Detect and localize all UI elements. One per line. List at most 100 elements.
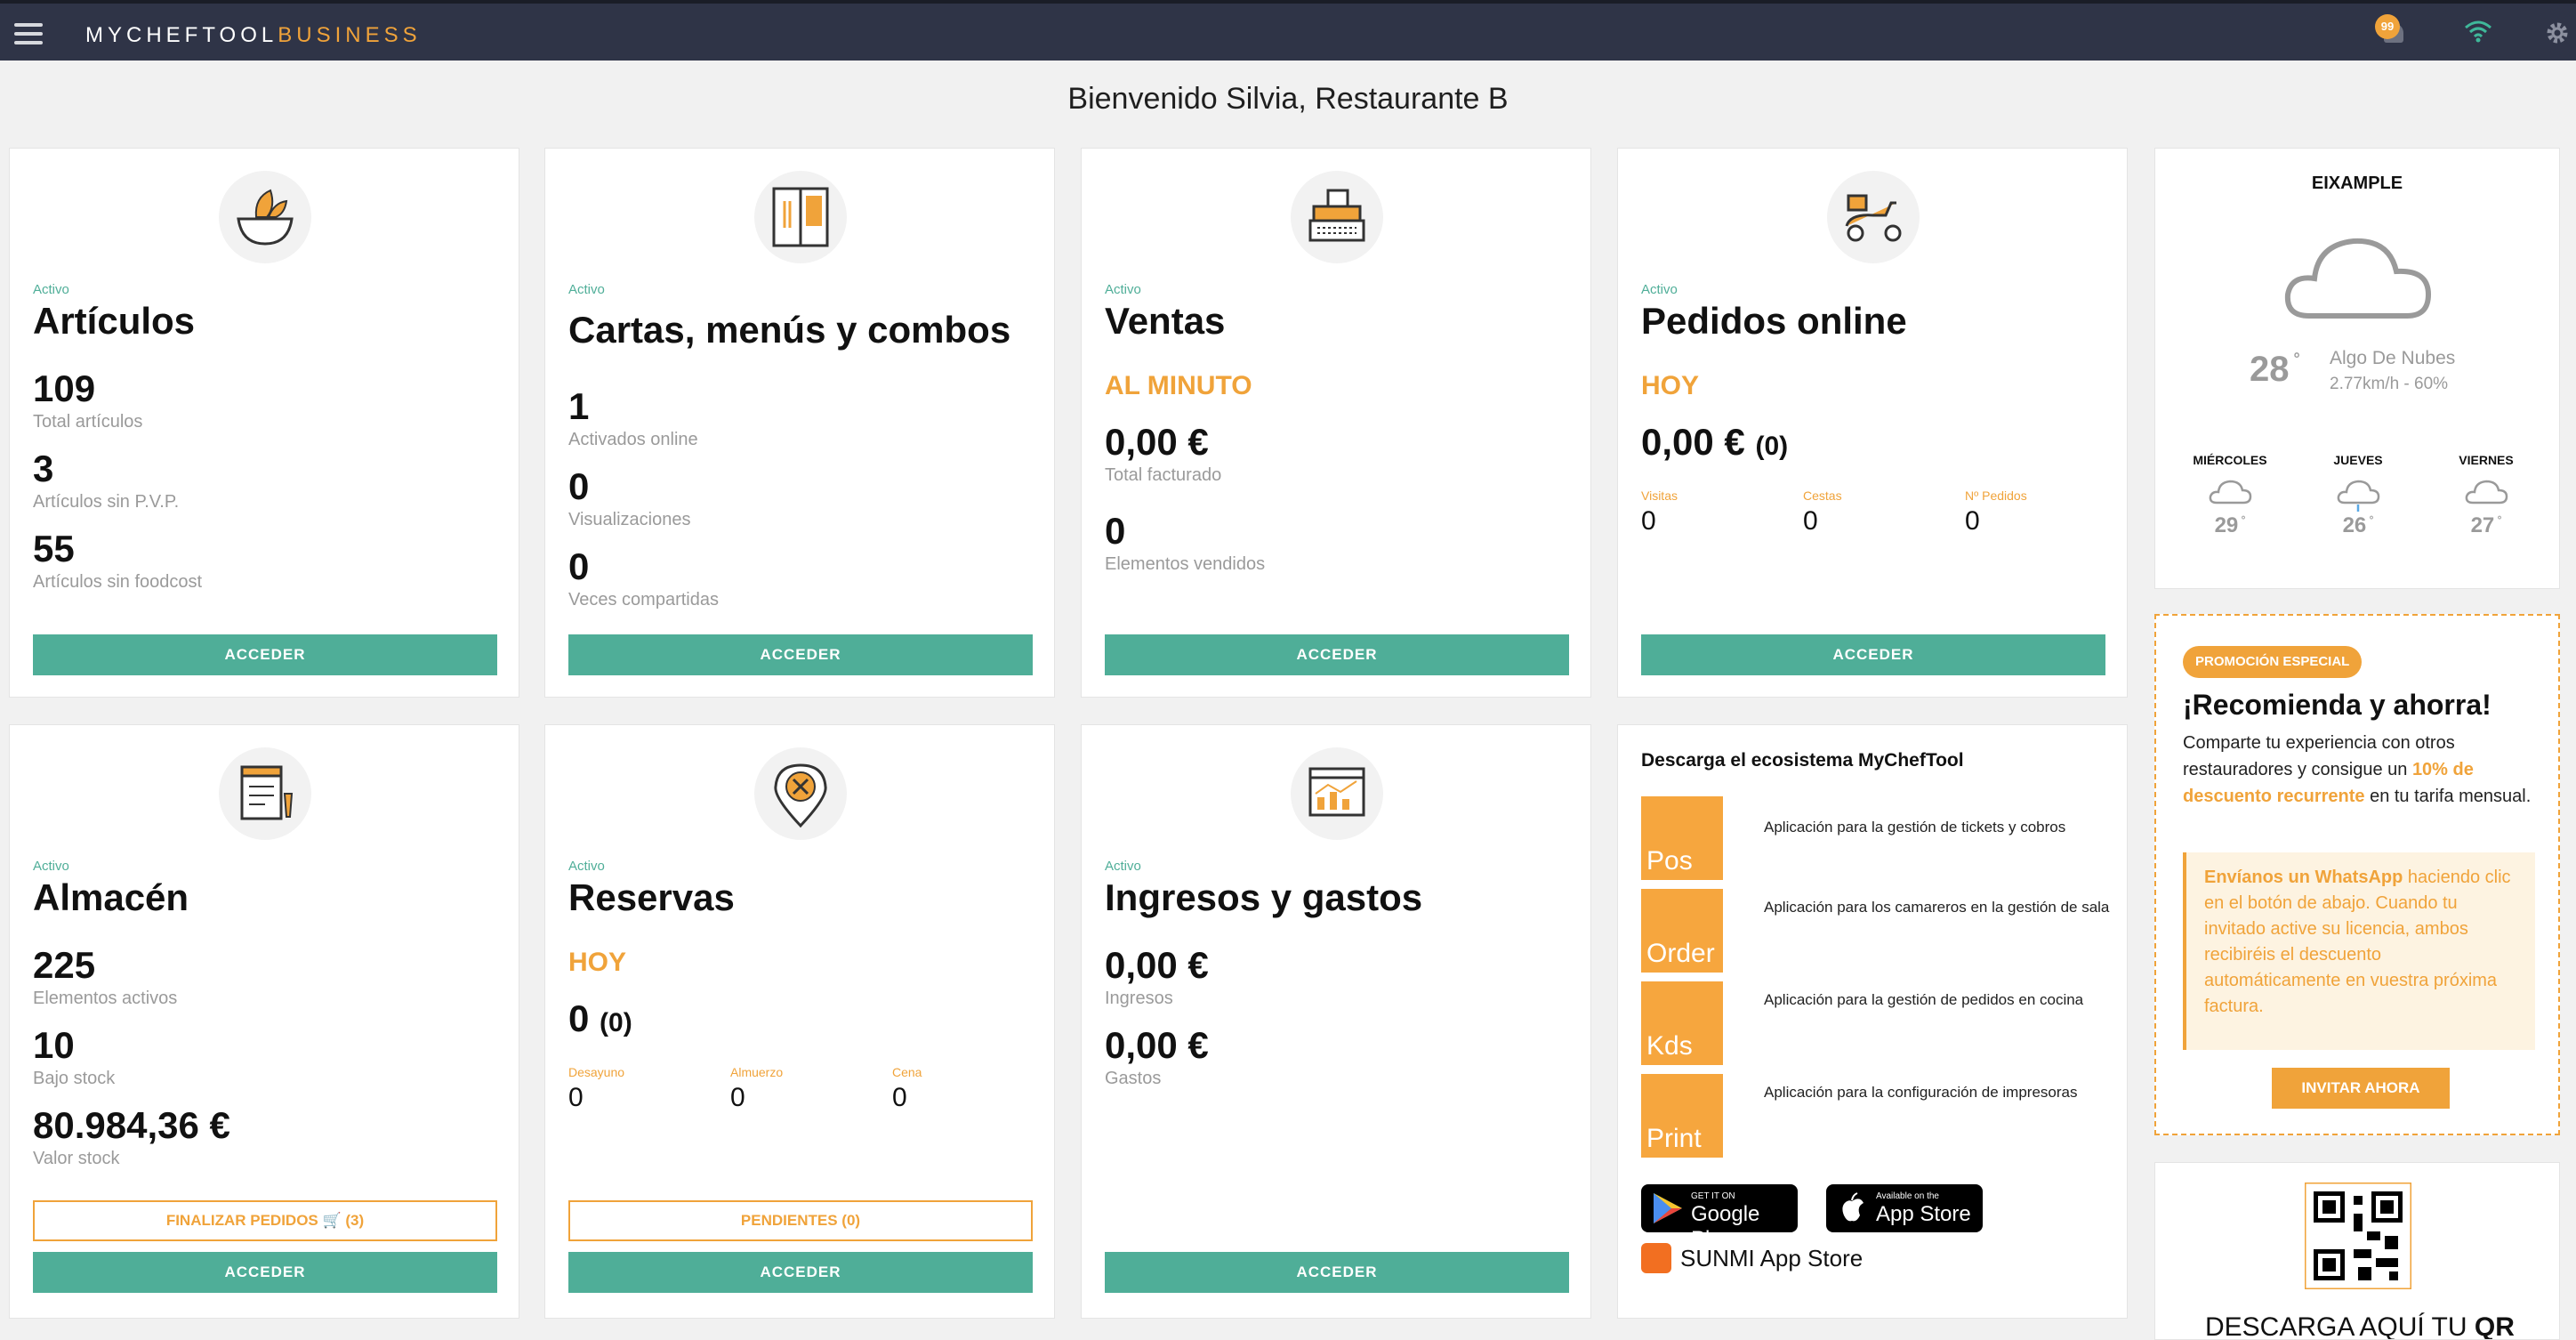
status-label: Activo	[33, 859, 69, 874]
access-button[interactable]: ACCEDER	[1641, 634, 2105, 675]
weather-card: EIXAMPLE 28 ° Algo De Nubes 2.77km/h - 6…	[2154, 148, 2560, 589]
status-label: Activo	[1105, 859, 1141, 874]
menu-book-icon	[754, 171, 847, 263]
access-button[interactable]: ACCEDER	[1105, 1252, 1569, 1293]
mini-label: Almuerzo	[730, 1065, 784, 1079]
status-label: Activo	[568, 282, 605, 297]
forecast-temp: 29 °	[2214, 513, 2246, 537]
menu-icon[interactable]	[14, 23, 43, 44]
app-logo[interactable]: MYCHEFTOOLBUSINESS	[85, 23, 422, 48]
card-title: Pedidos online	[1641, 300, 1907, 342]
qr-card[interactable]: DESCARGA AQUÍ TU QR	[2154, 1162, 2560, 1340]
ecosystem-title: Descarga el ecosistema MyChefTool	[1641, 750, 1964, 771]
period-label: HOY	[568, 948, 627, 977]
mini-label: Cestas	[1803, 488, 1842, 503]
welcome-title: Bienvenido Silvia, Restaurante B	[1067, 82, 1509, 116]
forecast-temp: 27 °	[2470, 513, 2502, 537]
stat-value: 0	[568, 465, 590, 507]
access-button[interactable]: ACCEDER	[568, 634, 1033, 675]
google-play-button[interactable]: GET IT ON Google Play	[1641, 1184, 1798, 1251]
card-ventas: Activo Ventas AL MINUTO 0,00 € Total fac…	[1081, 148, 1591, 698]
pending-button[interactable]: PENDIENTES (0)	[568, 1200, 1033, 1241]
mini-value: 0	[568, 1083, 584, 1112]
mini-value: 0	[1803, 506, 1818, 536]
card-title: Ventas	[1105, 300, 1226, 342]
forecast-day-name: MIÉRCOLES	[2193, 453, 2267, 467]
access-button[interactable]: ACCEDER	[33, 1252, 497, 1293]
stat-value: 0	[568, 545, 590, 587]
app-store-button[interactable]: Available on the App Store	[1826, 1184, 1983, 1232]
app-description: Aplicación para la configuración de impr…	[1764, 1084, 2078, 1101]
stat-label: Valor stock	[33, 1149, 120, 1168]
weather-location: EIXAMPLE	[2311, 174, 2403, 193]
amount-value: 0 (0)	[568, 997, 632, 1039]
invite-now-button[interactable]: INVITAR AHORA	[2272, 1068, 2450, 1109]
stat-label: Total facturado	[1105, 465, 1222, 485]
cash-register-icon	[1291, 171, 1383, 263]
stat-value: 10	[33, 1024, 75, 1066]
forecast-day-name: VIERNES	[2459, 453, 2514, 467]
stat-label: Activados online	[568, 430, 698, 449]
forecast-day: JUEVES 26 °	[2305, 453, 2411, 538]
card-reservas: Activo Reservas HOY 0 (0) Desayuno 0 Alm…	[544, 724, 1055, 1319]
amount-value: 0,00 € (0)	[1641, 421, 1789, 463]
cloud-icon	[2284, 238, 2432, 319]
finalize-orders-button[interactable]: FINALIZAR PEDIDOS 🛒 (3)	[33, 1200, 497, 1241]
card-title: Reservas	[568, 876, 735, 918]
sunmi-icon	[1641, 1243, 1671, 1273]
google-play-icon	[1654, 1193, 1682, 1223]
chart-window-icon	[1291, 747, 1383, 840]
stat-value: 225	[33, 944, 96, 986]
promo-text: Comparte tu experiencia con otros restau…	[2183, 733, 2532, 806]
cloud-icon	[2465, 480, 2508, 505]
stat-label: Ingresos	[1105, 989, 1173, 1008]
stat-value: 0,00 €	[1105, 944, 1209, 986]
stat-value: 0,00 €	[1105, 421, 1209, 463]
forecast-temp: 26 °	[2342, 513, 2374, 537]
app-tile-kds[interactable]: Kds	[1641, 981, 1723, 1065]
mini-label: Desayuno	[568, 1065, 625, 1079]
card-title: Artículos	[33, 300, 196, 342]
mini-label: Nº Pedidos	[1965, 488, 2027, 503]
mini-label: Visitas	[1641, 488, 1678, 503]
period-label: HOY	[1641, 371, 1700, 400]
status-label: Activo	[1105, 282, 1141, 297]
card-title: Cartas, menús y combos	[568, 309, 1011, 351]
cloud-icon	[2209, 480, 2252, 505]
app-description: Aplicación para la gestión de tickets y …	[1764, 819, 2066, 835]
promo-badge: PROMOCIÓN ESPECIAL	[2183, 646, 2363, 678]
forecast-day: MIÉRCOLES 29 °	[2177, 453, 2283, 538]
access-button[interactable]: ACCEDER	[33, 634, 497, 675]
forecast-day: VIERNES 27 °	[2433, 453, 2540, 538]
top-bar: MYCHEFTOOLBUSINESS 99	[0, 0, 2576, 61]
stat-label: Visualizaciones	[568, 510, 691, 529]
gear-icon[interactable]	[2544, 20, 2571, 46]
card-almacen: Activo Almacén 225 Elementos activos 10 …	[9, 724, 519, 1319]
rain-cloud-icon	[2337, 480, 2380, 512]
status-label: Activo	[33, 282, 69, 297]
weather-desc: Algo De Nubes	[2330, 348, 2456, 368]
ecosystem-card: Descarga el ecosistema MyChefTool Pos Ap…	[1617, 724, 2128, 1319]
stat-label: Artículos sin P.V.P.	[33, 492, 180, 512]
app-description: Aplicación para los camareros en la gest…	[1764, 899, 2110, 916]
apple-icon	[1842, 1192, 1864, 1222]
location-pin-icon	[754, 747, 847, 840]
promo-card: PROMOCIÓN ESPECIAL ¡Recomienda y ahorra!…	[2154, 614, 2560, 1135]
status-label: Activo	[568, 859, 605, 874]
qr-label: DESCARGA AQUÍ TU QR	[2205, 1312, 2515, 1340]
access-button[interactable]: ACCEDER	[1105, 634, 1569, 675]
card-pedidos-online: Activo Pedidos online HOY 0,00 € (0) Vis…	[1617, 148, 2128, 698]
stat-value: 80.984,36 €	[33, 1104, 230, 1146]
forecast-day-name: JUEVES	[2333, 453, 2383, 467]
app-tile-pos[interactable]: Pos	[1641, 796, 1723, 880]
stat-value: 1	[568, 385, 590, 427]
period-label: AL MINUTO	[1105, 371, 1252, 400]
qr-code-icon	[2305, 1183, 2411, 1289]
stat-value: 0,00 €	[1105, 1024, 1209, 1066]
app-tile-order[interactable]: Order	[1641, 889, 1723, 973]
stat-value: 55	[33, 528, 75, 569]
access-button[interactable]: ACCEDER	[568, 1252, 1033, 1293]
mini-value: 0	[892, 1083, 907, 1112]
app-tile-print[interactable]: Print	[1641, 1074, 1723, 1158]
notifications-button[interactable]: 99	[2375, 14, 2411, 50]
